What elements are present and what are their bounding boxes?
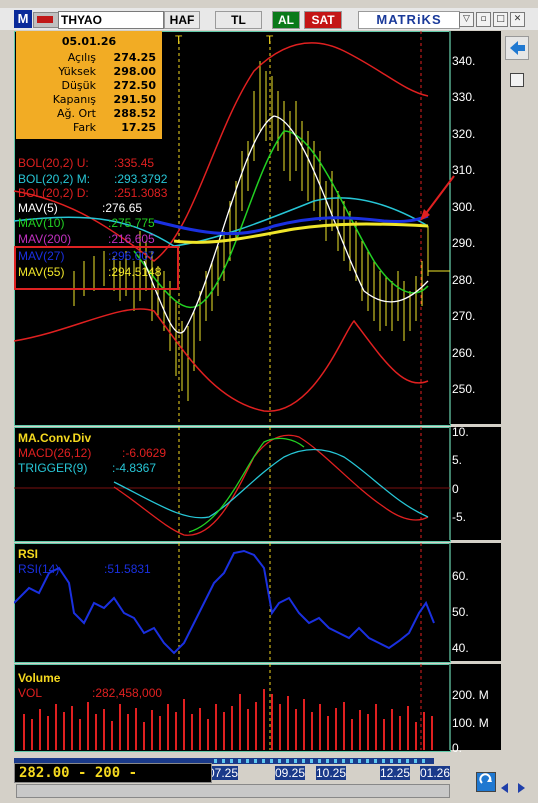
side-panel xyxy=(503,31,530,751)
currency-button[interactable]: TL xyxy=(215,11,262,29)
panel-toggle-button[interactable] xyxy=(510,73,524,87)
refresh-icon[interactable] xyxy=(476,772,496,792)
legend-bol-upper-name: BOL(20,2) U: xyxy=(18,156,89,170)
status-readout: 282.00 - 200 - 14:48:18 xyxy=(14,763,212,799)
marker-t-2: T xyxy=(266,33,274,47)
buy-button[interactable]: AL xyxy=(272,11,300,29)
price-tick: 260. xyxy=(452,346,476,360)
app-menu-button[interactable]: M xyxy=(14,10,32,28)
legend-bol-mid-name: BOL(20,2) M: xyxy=(18,172,91,186)
scroll-left-icon[interactable] xyxy=(498,780,512,794)
symbol-field[interactable]: THYAO xyxy=(58,11,164,29)
legend-bol-lower-name: BOL(20,2) D: xyxy=(18,186,89,200)
time-tick: 12.25 xyxy=(380,766,411,780)
info-key: Ağ. Ort xyxy=(57,107,96,120)
macd-tick: 10. xyxy=(452,425,469,439)
legend-mav200-value: :216.605 xyxy=(108,232,155,246)
info-key: Açılış xyxy=(67,51,96,64)
scroll-right-icon[interactable] xyxy=(514,780,528,794)
brand-label: MATRiKS xyxy=(358,11,460,29)
price-tick: 320. xyxy=(452,127,476,141)
price-tick: 330. xyxy=(452,90,476,104)
rsi-tick: 40. xyxy=(452,641,469,655)
ohlc-info-box: 05.01.26 Açılış 274.25 Yüksek 298.00 Düş… xyxy=(16,31,162,139)
volume-tick: 200. M xyxy=(452,688,489,702)
price-tick: 310. xyxy=(452,163,476,177)
price-tick: 300. xyxy=(452,200,476,214)
marker-t-1: T xyxy=(175,33,183,47)
macd-title: MA.Conv.Div xyxy=(18,431,92,445)
close-icon[interactable]: ✕ xyxy=(510,12,525,27)
rsi-tick: 60. xyxy=(452,569,469,583)
time-tick: 10.25 xyxy=(316,766,347,780)
back-arrow-button[interactable] xyxy=(505,36,529,60)
broker-logo-icon xyxy=(33,12,59,28)
legend-mav200-name: MAV(200) xyxy=(18,232,72,246)
volume-tick: 100. M xyxy=(452,716,489,730)
macd-value: :-6.0629 xyxy=(122,446,167,460)
legend-mav10-value: :275.775 xyxy=(108,216,155,230)
volume-chart xyxy=(23,664,451,750)
info-key: Yüksek xyxy=(58,65,96,78)
price-tick: 250. xyxy=(452,382,476,396)
legend-bol-lower-value: :251.3083 xyxy=(114,186,168,200)
info-date: 05.01.26 xyxy=(61,35,117,48)
legend-bol-upper-value: :335.45 xyxy=(114,156,155,170)
legend-mav10-name: MAV(10) xyxy=(18,216,65,230)
time-tick: 01.26 xyxy=(420,766,451,780)
legend-mav5-name: MAV(5) xyxy=(18,201,58,215)
volume-name: VOL xyxy=(18,686,43,700)
dropdown-icon[interactable]: ▽ xyxy=(459,12,474,27)
period-button[interactable]: HAF xyxy=(164,11,200,29)
volume-value: :282,458,000 xyxy=(92,686,163,700)
chart-window: M THYAO HAF TL AL SAT MATRiKS ▽ ▫ □ ✕ T … xyxy=(0,0,538,803)
highlight-box xyxy=(14,246,179,290)
info-key: Kapanış xyxy=(52,93,96,106)
trigger-name: TRIGGER(9) xyxy=(18,461,88,475)
macd-name: MACD(26,12) xyxy=(18,446,92,460)
volume-title: Volume xyxy=(18,671,61,685)
rsi-tick: 50. xyxy=(452,605,469,619)
info-value: 298.00 xyxy=(113,65,156,78)
rsi-title: RSI xyxy=(18,547,39,561)
info-key: Düşük xyxy=(61,79,96,92)
rsi-name: RSI(14) xyxy=(18,562,60,576)
rsi-value: :51.5831 xyxy=(104,562,151,576)
legend-bol-mid-value: :293.3792 xyxy=(114,172,168,186)
info-value: 17.25 xyxy=(121,121,156,134)
maximize-icon[interactable]: □ xyxy=(493,12,508,27)
price-tick: 280. xyxy=(452,273,476,287)
horizontal-scrollbar[interactable] xyxy=(16,784,450,798)
minimize-icon[interactable]: ▫ xyxy=(476,12,491,27)
time-tick: 07.25 xyxy=(208,766,239,780)
price-tick: 270. xyxy=(452,309,476,323)
price-tick: 340. xyxy=(452,54,476,68)
left-arrow-icon xyxy=(510,41,525,55)
macd-tick: 5. xyxy=(452,453,463,467)
macd-tick: 0 xyxy=(452,482,459,496)
info-value: 288.52 xyxy=(113,107,156,120)
info-value: 291.50 xyxy=(113,93,156,106)
bollinger-mid-line xyxy=(14,197,429,247)
bollinger-lower-line xyxy=(14,308,429,412)
info-key: Fark xyxy=(73,121,96,134)
legend-mav5-value: :276.65 xyxy=(102,201,143,215)
info-value: 272.50 xyxy=(113,79,156,92)
price-tick: 290. xyxy=(452,236,476,250)
info-value: 274.25 xyxy=(113,51,156,64)
time-tick: 09.25 xyxy=(275,766,306,780)
rsi-chart xyxy=(14,543,451,661)
trigger-value: :-4.8367 xyxy=(112,461,157,475)
sell-button[interactable]: SAT xyxy=(304,11,342,29)
macd-tick: -5. xyxy=(452,510,467,524)
